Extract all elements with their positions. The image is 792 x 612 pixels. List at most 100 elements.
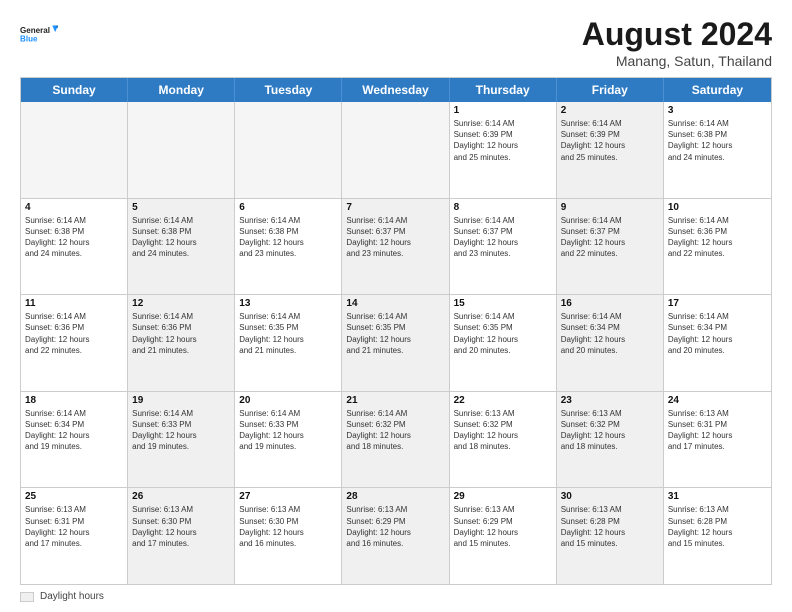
day-number: 23 — [561, 395, 659, 406]
day-cell: 28Sunrise: 6:13 AM Sunset: 6:29 PM Dayli… — [342, 488, 449, 584]
day-header-wednesday: Wednesday — [342, 78, 449, 102]
day-number: 21 — [346, 395, 444, 406]
day-number: 7 — [346, 202, 444, 213]
day-info: Sunrise: 6:14 AM Sunset: 6:37 PM Dayligh… — [561, 215, 659, 260]
day-number: 30 — [561, 491, 659, 502]
day-number: 18 — [25, 395, 123, 406]
day-cell: 30 Sunrise: 6:13 AM Sunset: 6:28 PM Dayli… — [557, 488, 664, 584]
day-number: 9 — [561, 202, 659, 213]
day-number: 17 — [668, 298, 767, 309]
day-cell — [342, 102, 449, 198]
day-number: 10 — [668, 202, 767, 213]
day-header-thursday: Thursday — [450, 78, 557, 102]
day-cell: 7 Sunrise: 6:14 AM Sunset: 6:37 PM Daylig… — [342, 199, 449, 295]
week-row-1: 1 Sunrise: 6:14 AM Sunset: 6:39 PM Daylig… — [21, 102, 771, 199]
location: Manang, Satun, Thailand — [582, 53, 772, 69]
day-info: Sunrise: 6:14 AM Sunset: 6:36 PM Dayligh… — [668, 215, 767, 260]
day-cell: 5Sunrise: 6:14 AM Sunset: 6:38 PM Daylig… — [128, 199, 235, 295]
day-cell: 23 Sunrise: 6:13 AM Sunset: 6:32 PM Dayli… — [557, 392, 664, 488]
day-cell: 10 Sunrise: 6:14 AM Sunset: 6:36 PM Dayli… — [664, 199, 771, 295]
day-info: Sunrise: 6:14 AM Sunset: 6:38 PM Dayligh… — [132, 215, 230, 260]
month-title: August 2024 — [582, 16, 772, 53]
day-number: 25 — [25, 491, 123, 502]
day-number: 29 — [454, 491, 552, 502]
day-info: Sunrise: 6:13 AM Sunset: 6:31 PM Dayligh… — [668, 408, 767, 453]
day-number: 3 — [668, 105, 767, 116]
logo-svg: General Blue — [20, 16, 58, 52]
day-number: 24 — [668, 395, 767, 406]
day-cell: 31Sunrise: 6:13 AM Sunset: 6:28 PM Dayli… — [664, 488, 771, 584]
day-cell: 25 Sunrise: 6:13 AM Sunset: 6:31 PM Dayli… — [21, 488, 128, 584]
day-info: Sunrise: 6:14 AM Sunset: 6:37 PM Dayligh… — [454, 215, 552, 260]
day-cell: 17Sunrise: 6:14 AM Sunset: 6:34 PM Dayli… — [664, 295, 771, 391]
page: General Blue August 2024 Manang, Satun, … — [0, 0, 792, 612]
day-cell — [21, 102, 128, 198]
day-info: Sunrise: 6:14 AM Sunset: 6:34 PM Dayligh… — [25, 408, 123, 453]
svg-text:General: General — [20, 26, 50, 35]
day-info: Sunrise: 6:14 AM Sunset: 6:38 PM Dayligh… — [25, 215, 123, 260]
day-info: Sunrise: 6:13 AM Sunset: 6:32 PM Dayligh… — [561, 408, 659, 453]
day-info: Sunrise: 6:13 AM Sunset: 6:31 PM Dayligh… — [25, 504, 123, 549]
day-cell: 11Sunrise: 6:14 AM Sunset: 6:36 PM Dayli… — [21, 295, 128, 391]
day-cell: 9 Sunrise: 6:14 AM Sunset: 6:37 PM Daylig… — [557, 199, 664, 295]
day-number: 20 — [239, 395, 337, 406]
day-info: Sunrise: 6:14 AM Sunset: 6:38 PM Dayligh… — [239, 215, 337, 260]
day-info: Sunrise: 6:13 AM Sunset: 6:29 PM Dayligh… — [346, 504, 444, 549]
day-cell: 6 Sunrise: 6:14 AM Sunset: 6:38 PM Daylig… — [235, 199, 342, 295]
day-cell: 3Sunrise: 6:14 AM Sunset: 6:38 PM Daylig… — [664, 102, 771, 198]
day-number: 16 — [561, 298, 659, 309]
day-cell: 19 Sunrise: 6:14 AM Sunset: 6:33 PM Dayli… — [128, 392, 235, 488]
day-info: Sunrise: 6:13 AM Sunset: 6:29 PM Dayligh… — [454, 504, 552, 549]
day-number: 6 — [239, 202, 337, 213]
day-cell — [128, 102, 235, 198]
day-cell: 16 Sunrise: 6:14 AM Sunset: 6:34 PM Dayli… — [557, 295, 664, 391]
day-info: Sunrise: 6:13 AM Sunset: 6:28 PM Dayligh… — [668, 504, 767, 549]
day-number: 13 — [239, 298, 337, 309]
day-header-tuesday: Tuesday — [235, 78, 342, 102]
day-number: 27 — [239, 491, 337, 502]
day-info: Sunrise: 6:14 AM Sunset: 6:35 PM Dayligh… — [346, 311, 444, 356]
day-cell: 2 Sunrise: 6:14 AM Sunset: 6:39 PM Daylig… — [557, 102, 664, 198]
day-info: Sunrise: 6:14 AM Sunset: 6:33 PM Dayligh… — [239, 408, 337, 453]
day-info: Sunrise: 6:14 AM Sunset: 6:39 PM Dayligh… — [561, 118, 659, 163]
day-number: 14 — [346, 298, 444, 309]
week-row-4: 18 Sunrise: 6:14 AM Sunset: 6:34 PM Dayli… — [21, 392, 771, 489]
day-cell: 21 Sunrise: 6:14 AM Sunset: 6:32 PM Dayli… — [342, 392, 449, 488]
day-cell: 20 Sunrise: 6:14 AM Sunset: 6:33 PM Dayli… — [235, 392, 342, 488]
day-info: Sunrise: 6:14 AM Sunset: 6:39 PM Dayligh… — [454, 118, 552, 163]
daylight-box — [20, 592, 34, 602]
day-header-friday: Friday — [557, 78, 664, 102]
day-number: 1 — [454, 105, 552, 116]
calendar: SundayMondayTuesdayWednesdayThursdayFrid… — [20, 77, 772, 585]
day-cell: 29 Sunrise: 6:13 AM Sunset: 6:29 PM Dayli… — [450, 488, 557, 584]
day-header-sunday: Sunday — [21, 78, 128, 102]
day-header-saturday: Saturday — [664, 78, 771, 102]
day-info: Sunrise: 6:13 AM Sunset: 6:28 PM Dayligh… — [561, 504, 659, 549]
week-row-2: 4Sunrise: 6:14 AM Sunset: 6:38 PM Daylig… — [21, 199, 771, 296]
day-cell: 15Sunrise: 6:14 AM Sunset: 6:35 PM Dayli… — [450, 295, 557, 391]
day-info: Sunrise: 6:13 AM Sunset: 6:30 PM Dayligh… — [132, 504, 230, 549]
day-info: Sunrise: 6:14 AM Sunset: 6:35 PM Dayligh… — [239, 311, 337, 356]
day-cell: 12Sunrise: 6:14 AM Sunset: 6:36 PM Dayli… — [128, 295, 235, 391]
day-cell: 8 Sunrise: 6:14 AM Sunset: 6:37 PM Daylig… — [450, 199, 557, 295]
title-block: August 2024 Manang, Satun, Thailand — [582, 16, 772, 69]
day-info: Sunrise: 6:14 AM Sunset: 6:33 PM Dayligh… — [132, 408, 230, 453]
week-row-5: 25 Sunrise: 6:13 AM Sunset: 6:31 PM Dayli… — [21, 488, 771, 584]
day-number: 15 — [454, 298, 552, 309]
day-number: 26 — [132, 491, 230, 502]
day-header-monday: Monday — [128, 78, 235, 102]
day-cell: 27Sunrise: 6:13 AM Sunset: 6:30 PM Dayli… — [235, 488, 342, 584]
day-info: Sunrise: 6:14 AM Sunset: 6:32 PM Dayligh… — [346, 408, 444, 453]
logo: General Blue — [20, 16, 58, 52]
day-info: Sunrise: 6:14 AM Sunset: 6:37 PM Dayligh… — [346, 215, 444, 260]
day-cell: 22Sunrise: 6:13 AM Sunset: 6:32 PM Dayli… — [450, 392, 557, 488]
day-info: Sunrise: 6:14 AM Sunset: 6:34 PM Dayligh… — [561, 311, 659, 356]
day-number: 2 — [561, 105, 659, 116]
day-headers: SundayMondayTuesdayWednesdayThursdayFrid… — [21, 78, 771, 102]
day-number: 19 — [132, 395, 230, 406]
header: General Blue August 2024 Manang, Satun, … — [20, 16, 772, 69]
day-number: 22 — [454, 395, 552, 406]
day-number: 8 — [454, 202, 552, 213]
day-cell — [235, 102, 342, 198]
day-cell: 18 Sunrise: 6:14 AM Sunset: 6:34 PM Dayli… — [21, 392, 128, 488]
